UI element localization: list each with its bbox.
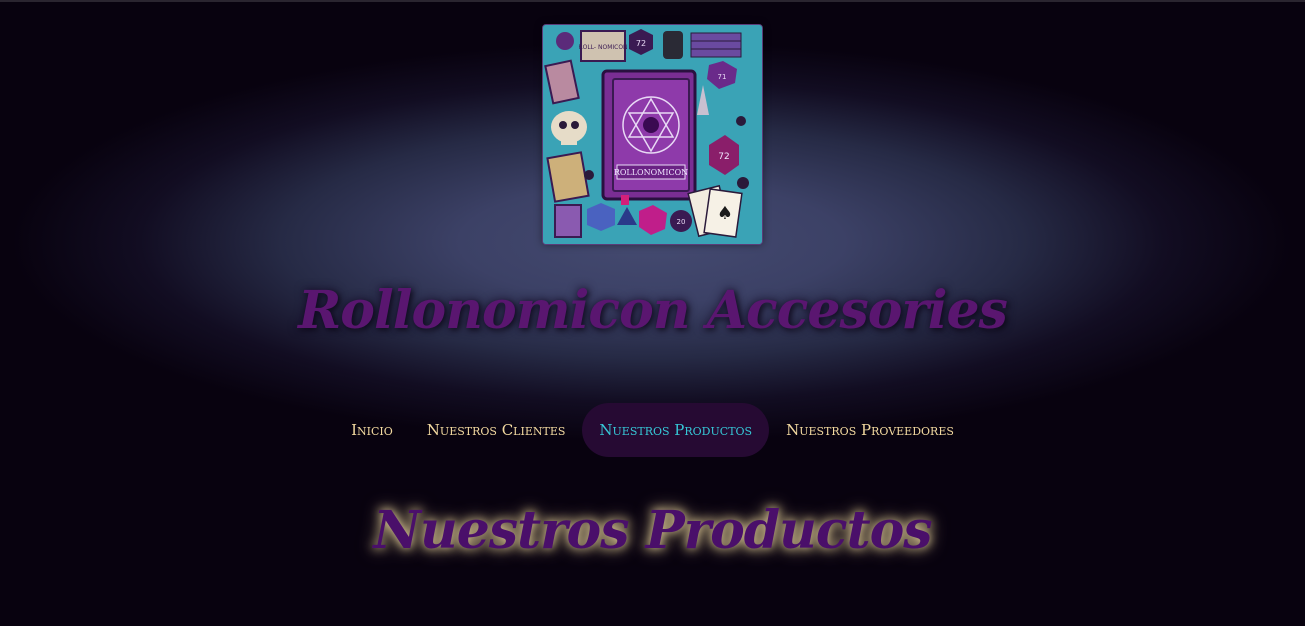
nav-item-productos[interactable]: Nuestros Productos [582, 403, 770, 457]
logo-die-label: 20 [677, 218, 686, 226]
site-logo[interactable]: 72 ROLL- NOMICON ROLLONOMICON 71 72 ♠ 20 [542, 24, 763, 245]
site-title: Rollonomicon Accesories [298, 280, 1008, 341]
logo-book-label: ROLLONOMICON [614, 168, 688, 177]
logo-small-label: ROLL- NOMICON [578, 44, 627, 51]
die-icon [587, 203, 615, 231]
nav-item-inicio[interactable]: Inicio [334, 403, 410, 457]
nav-item-clientes[interactable]: Nuestros Clientes [410, 403, 583, 457]
logo-die-label: 72 [718, 152, 729, 162]
spade-icon: ♠ [717, 203, 733, 224]
die-icon [556, 32, 574, 50]
page-heading: Nuestros Productos [373, 500, 932, 561]
logo-die-label: 72 [636, 39, 646, 48]
nav-item-proveedores[interactable]: Nuestros Proveedores [769, 403, 971, 457]
logo-die-label: 71 [718, 73, 727, 81]
main-navigation: Inicio Nuestros Clientes Nuestros Produc… [0, 403, 1305, 457]
logo-illustration: 72 ROLL- NOMICON ROLLONOMICON 71 72 ♠ 20 [543, 25, 762, 244]
